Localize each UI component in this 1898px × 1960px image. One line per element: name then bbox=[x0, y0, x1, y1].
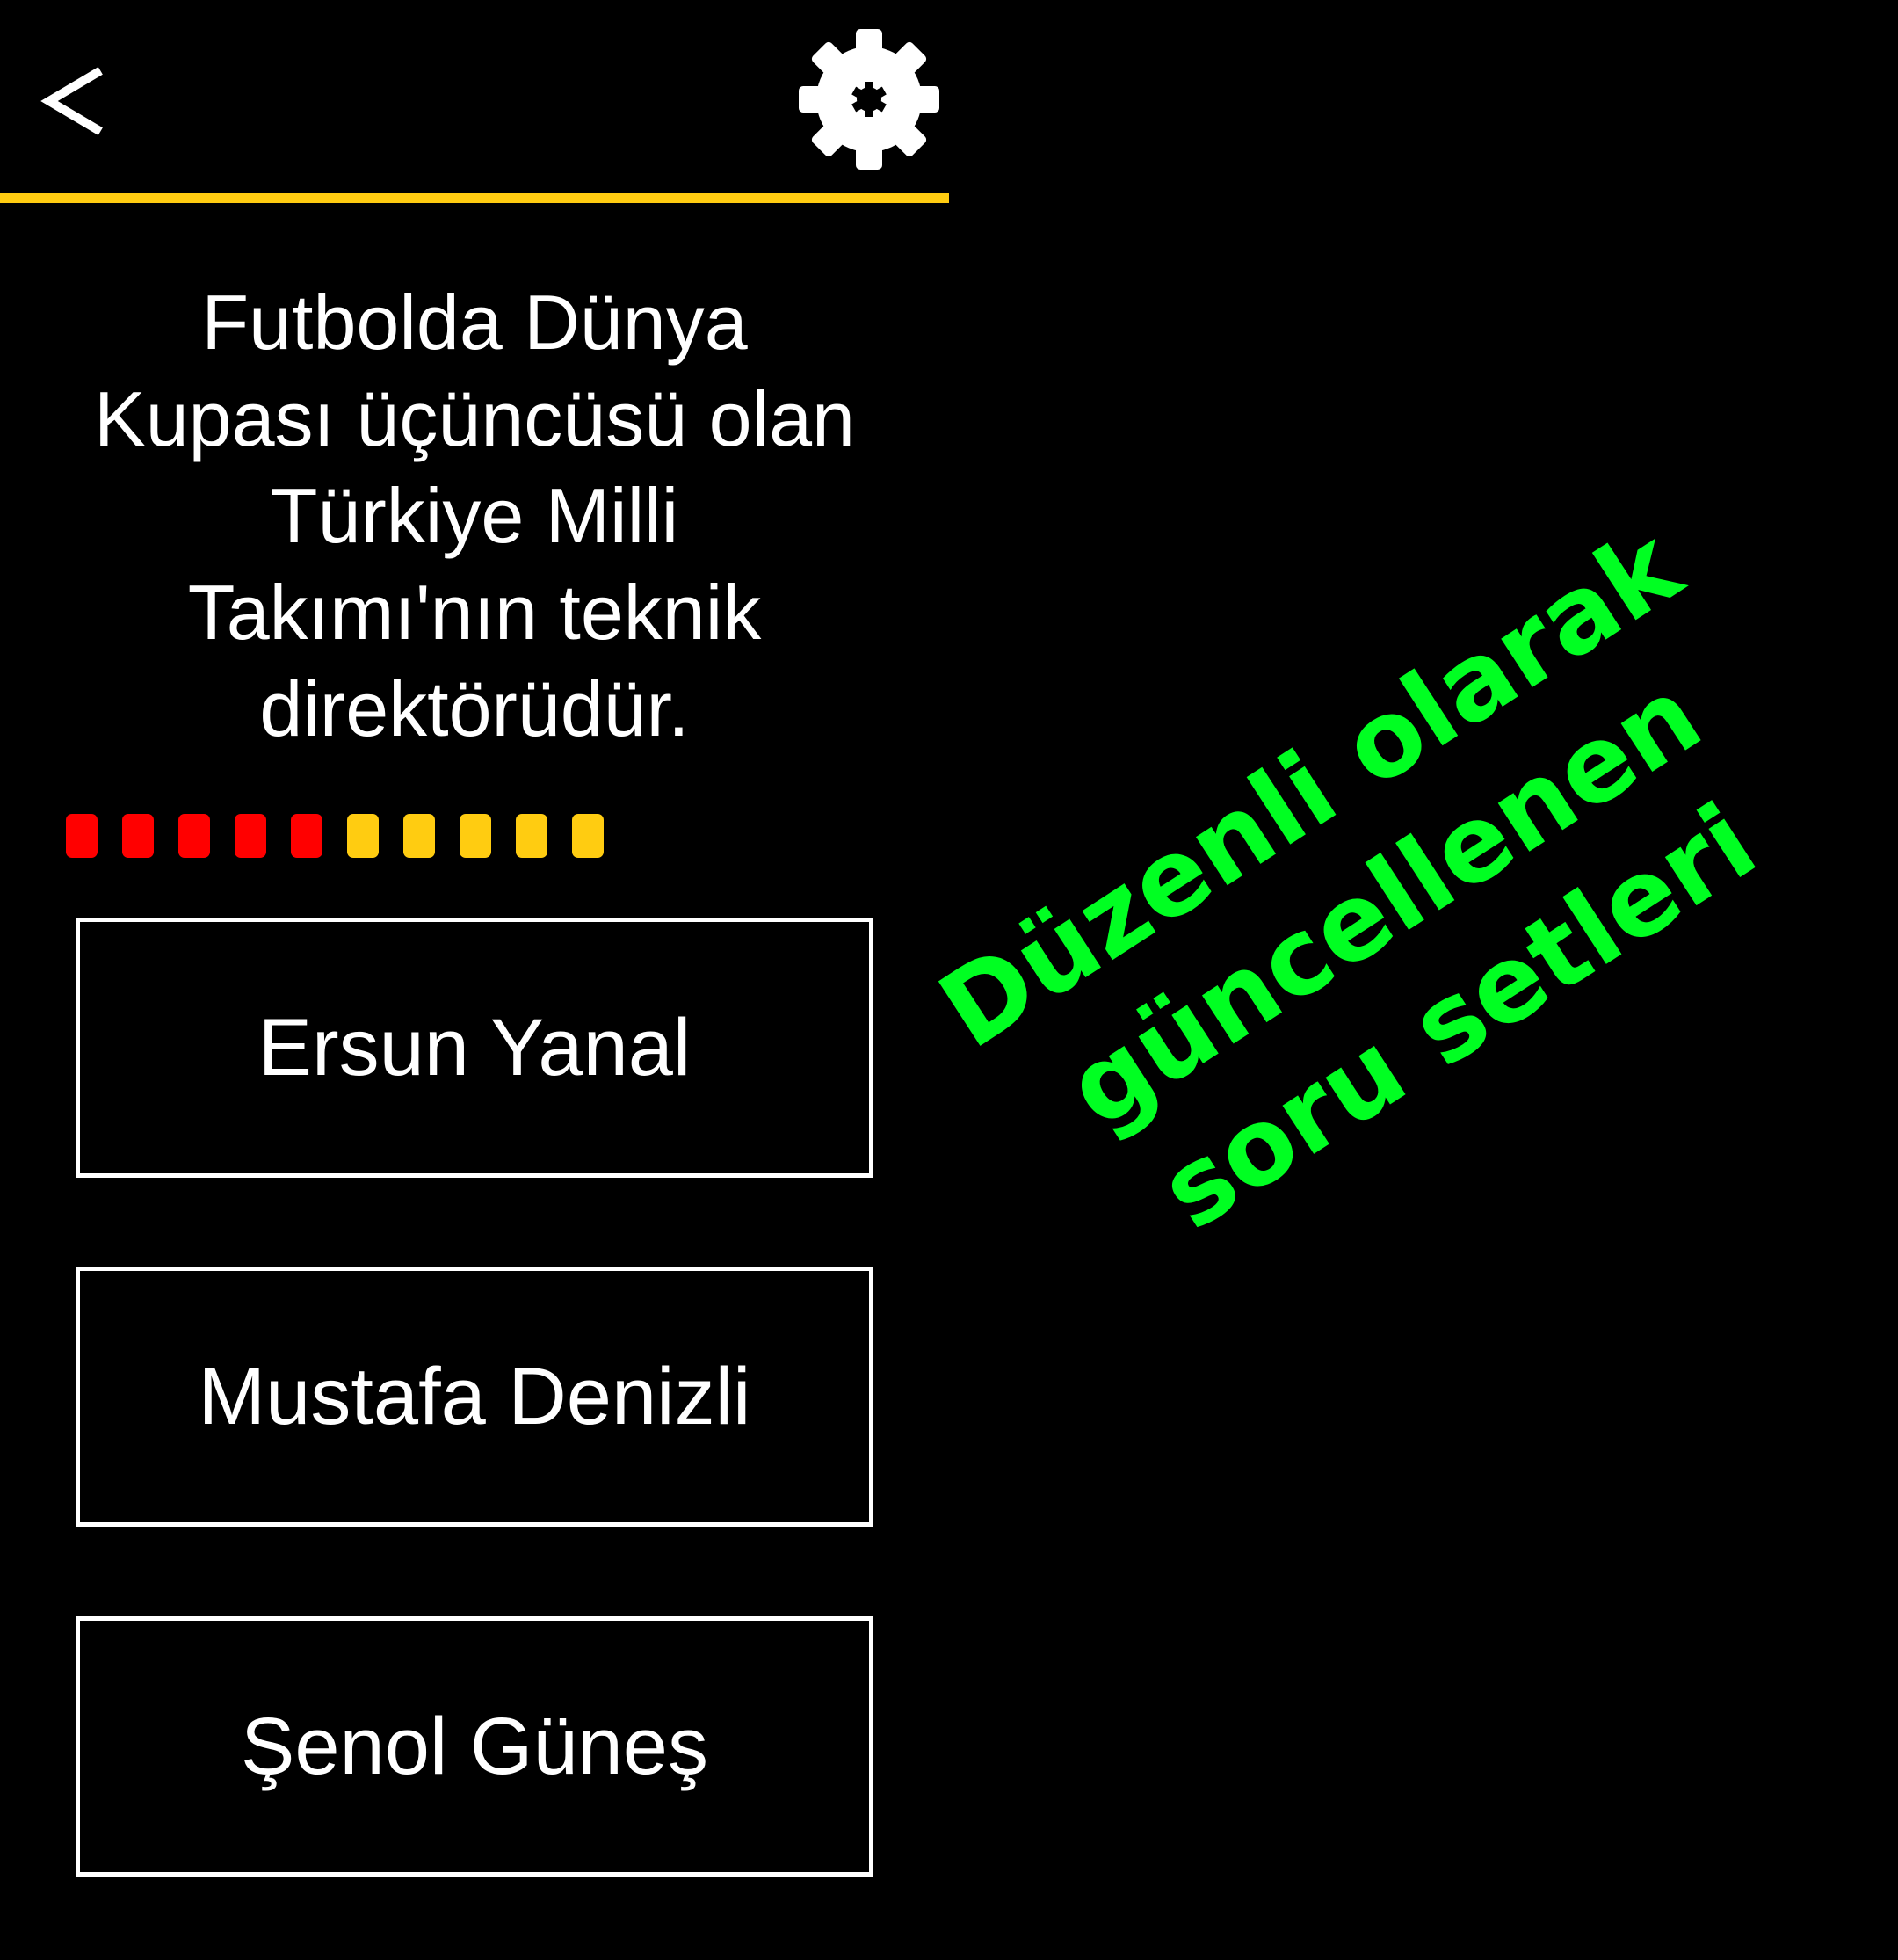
quiz-screen: Futbolda Dünya Kupası üçüncüsü olan Türk… bbox=[0, 0, 1898, 1960]
progress-dot-yellow bbox=[403, 814, 435, 858]
promo-banner: Düzenli olarak güncellenen soru setleri bbox=[889, 466, 1882, 1345]
back-button[interactable] bbox=[35, 48, 114, 154]
answer-label: Şenol Güneş bbox=[241, 1701, 708, 1791]
settings-button[interactable] bbox=[796, 26, 942, 172]
answer-button[interactable]: Mustafa Denizli bbox=[76, 1267, 873, 1527]
answer-button[interactable]: Ersun Yanal bbox=[76, 918, 873, 1178]
gear-icon bbox=[799, 29, 939, 170]
header-divider bbox=[0, 193, 949, 203]
chevron-left-icon bbox=[40, 67, 103, 135]
progress-dot-red bbox=[178, 814, 210, 858]
progress-dot-red bbox=[66, 814, 98, 858]
question-text: Futbolda Dünya Kupası üçüncüsü olan Türk… bbox=[53, 274, 896, 758]
question-line: Kupası üçüncüsü olan bbox=[94, 375, 855, 462]
progress-dot-yellow bbox=[460, 814, 491, 858]
question-line: Türkiye Milli bbox=[270, 472, 679, 559]
progress-dot-yellow bbox=[347, 814, 379, 858]
answer-label: Mustafa Denizli bbox=[198, 1351, 751, 1441]
progress-dot-red bbox=[235, 814, 266, 858]
progress-dot-yellow bbox=[572, 814, 604, 858]
answer-label: Ersun Yanal bbox=[257, 1002, 692, 1093]
question-line: Futbolda Dünya bbox=[201, 279, 748, 366]
progress-dot-yellow bbox=[516, 814, 547, 858]
question-line: Takımı'nın teknik bbox=[187, 569, 762, 656]
progress-indicator bbox=[66, 814, 604, 858]
progress-dot-red bbox=[122, 814, 154, 858]
progress-dot-red bbox=[291, 814, 322, 858]
answer-button[interactable]: Şenol Güneş bbox=[76, 1616, 873, 1877]
question-line: direktörüdür. bbox=[259, 665, 690, 752]
